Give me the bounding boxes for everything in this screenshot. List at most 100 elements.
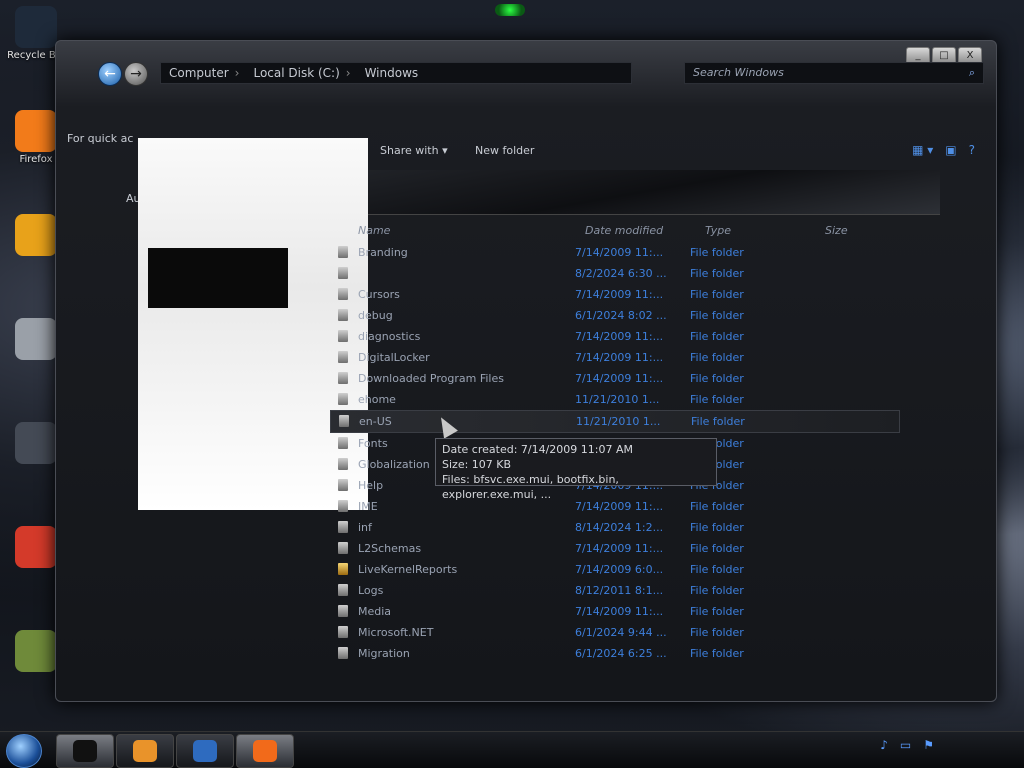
file-name: Branding [358, 246, 408, 259]
file-name: IME [358, 500, 378, 513]
search-input[interactable]: Search Windows ⌕ [684, 62, 984, 84]
file-name: diagnostics [358, 330, 421, 343]
file-name: ehome [358, 393, 396, 406]
file-row[interactable]: ehome 11/21/2010 1... File folder [330, 389, 900, 410]
file-date-modified: 6/1/2024 9:44 ... [575, 626, 667, 639]
system-tray: ♪ ▭ ⚑ [880, 738, 934, 752]
file-row[interactable]: L2Schemas 7/14/2009 11:... File folder [330, 538, 900, 559]
folder-icon [338, 372, 348, 384]
file-type: File folder [690, 647, 744, 660]
file-type: File folder [690, 393, 744, 406]
file-row[interactable]: Branding 7/14/2009 11:... File folder [330, 242, 900, 263]
column-header-type[interactable]: Type [705, 224, 731, 237]
file-row[interactable]: Microsoft.NET 6/1/2024 9:44 ... File folde… [330, 622, 900, 643]
folder-icon [338, 647, 348, 659]
file-date-modified: 7/14/2009 11:... [575, 542, 664, 555]
file-name: LiveKernelReports [358, 563, 458, 576]
file-row[interactable]: diagnostics 7/14/2009 11:... File folder [330, 326, 900, 347]
taskbar-app-button[interactable] [116, 734, 174, 768]
file-row[interactable]: en-US 11/21/2010 1... File folder [330, 410, 900, 433]
column-headers: Name Date modified Type Size [330, 220, 900, 242]
preview-pane-icon[interactable]: ▣ [945, 143, 956, 157]
address-bar[interactable]: Computer › Local Disk (C:) › Windows [160, 62, 632, 84]
file-name: Microsoft.NET [358, 626, 434, 639]
breadcrumb-separator[interactable]: › [235, 66, 240, 80]
address-row: ← → Computer › Local Disk (C:) › Windows Sea… [90, 60, 984, 86]
file-type: File folder [690, 542, 744, 555]
folder-icon [338, 500, 348, 512]
column-header-size[interactable]: Size [825, 224, 848, 237]
app-icon [15, 6, 57, 48]
file-type: File folder [690, 584, 744, 597]
folder-icon [338, 330, 348, 342]
file-name: Globalization [358, 458, 430, 471]
folder-icon [338, 393, 348, 405]
breadcrumb-computer[interactable]: Computer [169, 66, 229, 80]
app-icon [193, 740, 217, 762]
file-type: File folder [690, 267, 744, 280]
forward-button[interactable]: → [124, 62, 148, 86]
file-type: File folder [690, 563, 744, 576]
view-controls: ▦ ▾ ▣ ? [912, 143, 975, 157]
file-type: File folder [690, 372, 744, 385]
action-center-icon[interactable]: ⚑ [923, 738, 934, 752]
breadcrumb-windows[interactable]: Windows [365, 66, 419, 80]
change-view-icon[interactable]: ▦ ▾ [912, 143, 933, 157]
taskbar-app-button[interactable] [176, 734, 234, 768]
network-icon[interactable]: ▭ [900, 738, 911, 752]
file-row[interactable]: DigitalLocker 7/14/2009 11:... File folder [330, 347, 900, 368]
file-row[interactable]: Logs 8/12/2011 8:1... File folder [330, 580, 900, 601]
folder-icon [338, 626, 348, 638]
taskbar-app-button[interactable] [56, 734, 114, 768]
status-bar [620, 682, 628, 693]
file-name: Migration [358, 647, 410, 660]
file-date-modified: 11/21/2010 1... [575, 393, 660, 406]
app-icon [15, 110, 57, 152]
app-icon [15, 422, 57, 464]
folder-icon [338, 309, 348, 321]
new-folder-button[interactable]: New folder [475, 144, 534, 157]
file-row[interactable]: LiveKernelReports 7/14/2009 6:0... File fo… [330, 559, 900, 580]
folder-icon [338, 351, 348, 363]
file-type: File folder [690, 288, 744, 301]
file-row[interactable]: inf 8/14/2024 1:2... File folder [330, 517, 900, 538]
folder-icon [338, 267, 348, 279]
file-row[interactable]: Migration 6/1/2024 6:25 ... File folder [330, 643, 900, 664]
quick-access-hint: For quick ac [67, 132, 134, 145]
file-row[interactable]: 8/2/2024 6:30 ... File folder [330, 263, 900, 284]
file-date-modified: 7/14/2009 11:... [575, 288, 664, 301]
taskbar: ♪ ▭ ⚑ [0, 731, 1024, 768]
file-row[interactable]: Downloaded Program Files 7/14/2009 11:...… [330, 368, 900, 389]
file-type: File folder [691, 415, 745, 428]
volume-icon[interactable]: ♪ [880, 738, 888, 752]
column-header-name[interactable]: Name [358, 224, 390, 237]
file-type: File folder [690, 309, 744, 322]
taskbar-app-button[interactable] [236, 734, 294, 768]
file-type: File folder [690, 626, 744, 639]
file-row[interactable]: Media 7/14/2009 11:... File folder [330, 601, 900, 622]
file-name: debug [358, 309, 393, 322]
file-name: Logs [358, 584, 384, 597]
app-icon [15, 630, 57, 672]
help-icon[interactable]: ? [969, 143, 975, 157]
file-date-modified: 7/14/2009 6:0... [575, 563, 664, 576]
share-with-button[interactable]: Share with ▾ [380, 144, 448, 157]
breadcrumb-local-disk[interactable]: Local Disk (C:) [253, 66, 339, 80]
back-button[interactable]: ← [98, 62, 122, 86]
file-name: Fonts [358, 437, 388, 450]
folder-icon [338, 605, 348, 617]
file-date-modified: 6/1/2024 8:02 ... [575, 309, 667, 322]
nav-pane-dark-region [148, 248, 288, 308]
file-row[interactable]: Cursors 7/14/2009 11:... File folder [330, 284, 900, 305]
breadcrumb-separator[interactable]: › [346, 66, 351, 80]
search-icon[interactable]: ⌕ [969, 63, 975, 83]
file-date-modified: 7/14/2009 11:... [575, 330, 664, 343]
file-row[interactable]: debug 6/1/2024 8:02 ... File folder [330, 305, 900, 326]
tooltip-files: Files: bfsvc.exe.mui, bootfix.bin, explo… [442, 473, 619, 501]
file-date-modified: 11/21/2010 1... [576, 415, 661, 428]
tooltip-size: Size: 107 KB [442, 458, 512, 471]
app-icon [15, 526, 57, 568]
column-header-date[interactable]: Date modified [585, 224, 663, 237]
file-date-modified: 8/2/2024 6:30 ... [575, 267, 667, 280]
start-button[interactable] [6, 734, 42, 768]
